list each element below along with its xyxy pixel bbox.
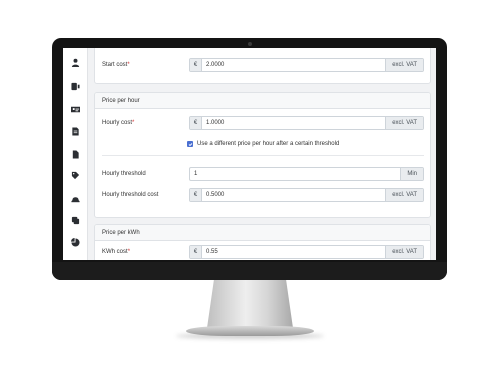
hourly-cost-row: Hourly cost* € 1.0000 excl. VAT: [102, 116, 424, 130]
chart-icon[interactable]: [70, 237, 81, 248]
currency-addon: €: [190, 59, 202, 71]
hourly-cost-input[interactable]: € 1.0000 excl. VAT: [189, 116, 424, 130]
vat-addon: excl. VAT: [385, 189, 423, 201]
hourly-threshold-value[interactable]: 1: [190, 171, 400, 177]
vat-addon: excl. VAT: [385, 117, 423, 129]
minutes-addon: Min: [400, 168, 423, 180]
hourly-threshold-label: Hourly threshold: [102, 171, 146, 177]
screen: Start cost* € 2.0000 excl. VAT Price per…: [63, 48, 436, 260]
id-card-icon[interactable]: [70, 104, 81, 115]
document-icon[interactable]: [70, 126, 81, 137]
price-per-hour-card: Price per hour Hourly cost* € 1.0000 exc…: [94, 92, 431, 218]
kwh-cost-input[interactable]: € 0.55 excl. VAT: [189, 245, 424, 259]
pricing-form: Start cost* € 2.0000 excl. VAT Price per…: [94, 48, 431, 260]
hourly-threshold-cost-input[interactable]: € 0.5000 excl. VAT: [189, 188, 424, 202]
hourly-threshold-row: Hourly threshold 1 Min: [102, 167, 424, 181]
monitor-stand-neck: [207, 280, 293, 328]
currency-addon: €: [190, 246, 202, 258]
file-icon[interactable]: [70, 149, 81, 160]
camera-icon: [248, 42, 252, 46]
hourly-threshold-cost-row: Hourly threshold cost € 0.5000 excl. VAT: [102, 188, 424, 202]
start-cost-input[interactable]: € 2.0000 excl. VAT: [189, 58, 424, 72]
vat-addon: excl. VAT: [385, 59, 423, 71]
car-icon[interactable]: [70, 194, 81, 205]
badge-icon[interactable]: [70, 81, 81, 92]
start-cost-row: Start cost* € 2.0000 excl. VAT: [102, 58, 424, 72]
kwh-cost-row: KWh cost* € 0.55 excl. VAT: [102, 245, 424, 259]
price-per-kwh-title: Price per kWh: [95, 225, 430, 241]
user-icon[interactable]: [70, 57, 81, 68]
start-cost-value[interactable]: 2.0000: [202, 62, 385, 68]
start-cost-card: Start cost* € 2.0000 excl. VAT: [94, 48, 431, 84]
price-per-kwh-card: Price per kWh KWh cost* € 0.55 excl. VAT: [94, 224, 431, 260]
checkbox-checked-icon[interactable]: [187, 141, 193, 147]
hourly-cost-label: Hourly cost*: [102, 120, 135, 126]
different-price-checkbox-row[interactable]: Use a different price per hour after a c…: [187, 141, 339, 147]
currency-addon: €: [190, 117, 202, 129]
hourly-threshold-input[interactable]: 1 Min: [189, 167, 424, 181]
start-cost-label: Start cost*: [102, 62, 130, 68]
vat-addon: excl. VAT: [385, 246, 423, 258]
monitor-chin: [52, 262, 447, 280]
price-per-hour-title: Price per hour: [95, 93, 430, 109]
sidebar: [63, 48, 88, 260]
divider: [102, 155, 424, 156]
tag-icon[interactable]: [70, 170, 81, 181]
hourly-cost-value[interactable]: 1.0000: [202, 120, 385, 126]
kwh-cost-label: KWh cost*: [102, 249, 131, 255]
currency-addon: €: [190, 189, 202, 201]
different-price-checkbox-label: Use a different price per hour after a c…: [197, 141, 340, 147]
kwh-cost-value[interactable]: 0.55: [202, 249, 385, 255]
hourly-threshold-cost-label: Hourly threshold cost: [102, 192, 159, 198]
database-icon[interactable]: [70, 215, 81, 226]
monitor-stand-base: [186, 326, 314, 336]
hourly-threshold-cost-value[interactable]: 0.5000: [202, 192, 385, 198]
